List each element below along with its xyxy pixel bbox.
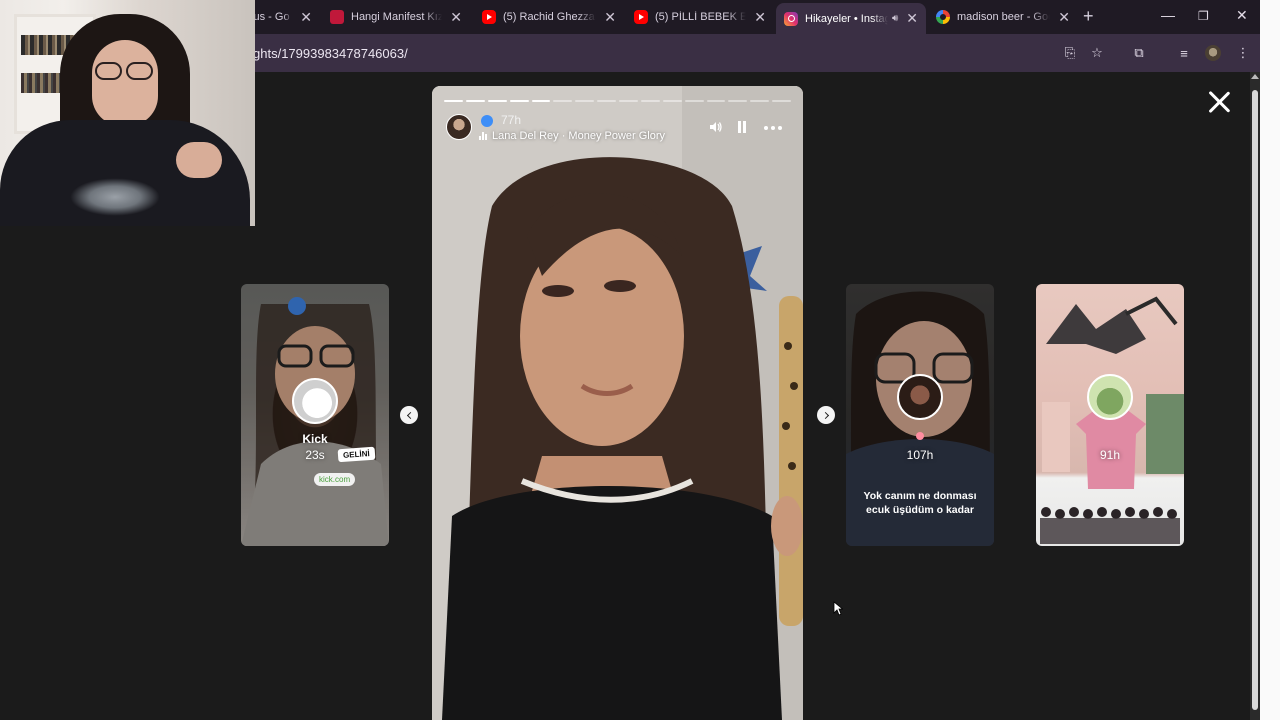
close-icon[interactable]: ✕ bbox=[604, 9, 616, 26]
mouse-cursor-icon bbox=[833, 601, 843, 616]
side-story-kick[interactable]: Kick 23s GELİNİ kick.com bbox=[241, 284, 389, 546]
side-story-2[interactable]: 107h Yok canım ne donması ecuk üşüdüm o … bbox=[846, 284, 994, 546]
volume-icon[interactable] bbox=[709, 121, 723, 133]
progress-segment bbox=[640, 100, 660, 102]
story-time: 77h bbox=[501, 113, 522, 127]
shirt-print bbox=[70, 178, 160, 216]
person-face bbox=[92, 40, 158, 126]
previous-story-button[interactable] bbox=[400, 406, 418, 424]
media-control-icon[interactable]: ≡ bbox=[1175, 44, 1193, 62]
progress-segment bbox=[553, 100, 573, 102]
next-story-button[interactable] bbox=[817, 406, 835, 424]
new-tab-button[interactable]: + bbox=[1083, 6, 1094, 27]
progress-segment bbox=[619, 100, 638, 102]
sticker: GELİNİ bbox=[337, 446, 376, 463]
tab-instagram[interactable]: Hikayeler • Instagram 🔊︎ ✕ bbox=[776, 3, 926, 34]
side-story-caption: Yok canım ne donması ecuk üşüdüm o kadar bbox=[863, 490, 977, 516]
restore-button[interactable]: ❐ bbox=[1198, 9, 1209, 23]
tab-manifest[interactable]: Hangi Manifest Kızısın ✕ bbox=[322, 4, 470, 30]
speaker-icon[interactable]: 🔊︎ bbox=[892, 13, 898, 24]
extensions-icon[interactable]: ⧉ bbox=[1130, 44, 1148, 62]
story-avatar bbox=[1087, 374, 1133, 420]
audio-bars-icon bbox=[479, 132, 487, 140]
side-story-time: 91h bbox=[1099, 448, 1121, 462]
close-icon[interactable]: ✕ bbox=[906, 10, 918, 27]
address-bar[interactable]: elights/17993983478746063/ bbox=[240, 39, 1060, 67]
pause-icon[interactable] bbox=[737, 121, 747, 133]
scrollbar[interactable] bbox=[1250, 72, 1260, 720]
window-close-button[interactable]: ✕ bbox=[1236, 7, 1248, 24]
minimize-button[interactable]: — bbox=[1161, 7, 1175, 23]
heart-icon bbox=[916, 432, 924, 440]
music-label: Lana Del Rey · Money Power Glory bbox=[492, 130, 666, 142]
progress-segment bbox=[597, 100, 616, 102]
tab-rachid[interactable]: (5) Rachid Ghezzal - ✕ bbox=[474, 4, 624, 30]
close-icon[interactable]: ✕ bbox=[754, 9, 766, 26]
tab-label: Hangi Manifest Kızısın bbox=[351, 11, 443, 23]
close-icon[interactable]: ✕ bbox=[300, 9, 312, 26]
progress-segment bbox=[444, 100, 463, 102]
verified-badge-icon bbox=[481, 115, 493, 127]
progress-segment bbox=[465, 100, 485, 102]
progress-segment bbox=[531, 100, 551, 102]
hm-icon bbox=[330, 10, 344, 24]
tab-label: (5) Rachid Ghezzal - bbox=[503, 11, 597, 23]
scroll-thumb[interactable] bbox=[1252, 90, 1258, 710]
close-viewer-button[interactable] bbox=[1206, 89, 1232, 115]
bookmark-star-icon[interactable]: ☆ bbox=[1088, 44, 1106, 62]
progress-segment bbox=[509, 100, 529, 102]
url-text: elights/17993983478746063/ bbox=[240, 45, 408, 61]
youtube-icon bbox=[634, 10, 648, 24]
screen-edge bbox=[1260, 0, 1280, 720]
tab-pilli-bebek[interactable]: (5) PİLLİ BEBEK ELEKT ✕ bbox=[626, 4, 774, 30]
link-sticker: kick.com bbox=[314, 473, 356, 486]
progress-segment bbox=[728, 100, 748, 102]
google-icon bbox=[936, 10, 950, 24]
close-icon[interactable]: ✕ bbox=[450, 9, 462, 26]
progress-segment bbox=[662, 100, 682, 102]
story-progress-bar bbox=[444, 100, 791, 102]
progress-segment bbox=[772, 100, 791, 102]
youtube-icon bbox=[482, 10, 496, 24]
progress-segment bbox=[750, 100, 770, 102]
progress-segment bbox=[684, 100, 704, 102]
progress-segment bbox=[575, 100, 595, 102]
story-author-avatar[interactable] bbox=[446, 114, 472, 140]
glasses-icon bbox=[93, 62, 157, 82]
story-avatar bbox=[897, 374, 943, 420]
side-story-name: Kick bbox=[302, 432, 328, 446]
tab-madison[interactable]: madison beer - Google ✕ bbox=[928, 4, 1078, 30]
story-main[interactable] bbox=[432, 86, 803, 720]
profile-avatar[interactable] bbox=[1204, 44, 1222, 62]
tab-label: madison beer - Google bbox=[957, 11, 1050, 23]
story-avatar bbox=[292, 378, 338, 424]
story-photo bbox=[432, 86, 803, 720]
person-hand bbox=[176, 142, 222, 178]
progress-segment bbox=[706, 100, 726, 102]
progress-segment bbox=[487, 100, 507, 102]
tab-label: (5) PİLLİ BEBEK ELEKT bbox=[655, 11, 747, 23]
side-story-time: 107h bbox=[906, 448, 934, 462]
install-app-icon[interactable]: ⎘ bbox=[1061, 44, 1079, 62]
tab-label: Hikayeler • Instagram bbox=[805, 12, 888, 25]
menu-kebab-icon[interactable]: ⋮ bbox=[1234, 44, 1252, 62]
more-options-icon[interactable] bbox=[764, 126, 782, 130]
side-story-3[interactable]: 91h bbox=[1036, 284, 1184, 546]
story-music[interactable]: Lana Del Rey · Money Power Glory bbox=[479, 130, 665, 142]
chevron-left-icon bbox=[406, 411, 414, 419]
webcam-overlay bbox=[0, 0, 255, 226]
scroll-up-arrow-icon[interactable] bbox=[1251, 74, 1259, 79]
close-icon[interactable]: ✕ bbox=[1058, 9, 1070, 26]
chevron-right-icon bbox=[821, 411, 829, 419]
instagram-icon bbox=[784, 11, 798, 26]
